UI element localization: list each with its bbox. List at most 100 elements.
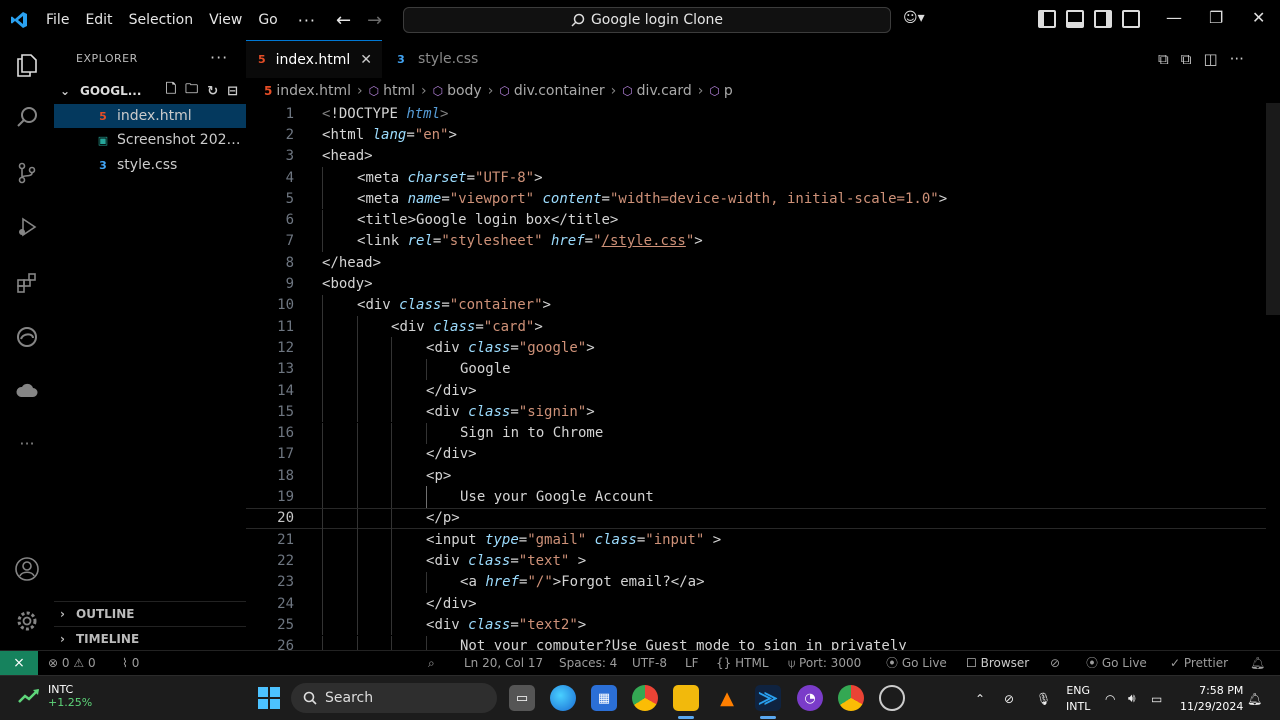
code-line[interactable]: 21 <input type="gmail" class="input" > <box>246 529 1266 551</box>
minimize-icon[interactable]: — <box>1166 8 1182 27</box>
browser-button[interactable]: ☐ Browser <box>966 651 1029 676</box>
problems-indicator[interactable]: ⊗ 0 ⚠ 0 <box>48 651 96 676</box>
code-line[interactable]: 4 <meta charset="UTF-8"> <box>246 166 1266 189</box>
code-line[interactable]: 26 Not your computer?Use Guest mode to si… <box>246 635 1266 650</box>
code-line[interactable]: 5 <meta name="viewport" content="width=de… <box>246 188 1266 210</box>
outline-section[interactable]: › OUTLINE <box>54 601 246 625</box>
code-line[interactable]: 7 <link rel="stylesheet" href="/style.css… <box>246 230 1266 253</box>
chrome-icon[interactable] <box>632 685 658 711</box>
github-desktop-icon[interactable]: ◔ <box>797 685 823 711</box>
cursor-position[interactable]: Ln 20, Col 17 <box>464 651 543 676</box>
new-file-icon[interactable]: 🗋 <box>166 80 176 102</box>
vscode-taskbar-icon[interactable]: ⨠ <box>755 685 781 711</box>
edge-browser-icon[interactable] <box>550 685 576 711</box>
toggle-panel-icon[interactable] <box>1066 10 1084 28</box>
breadcrumb-item[interactable]: html <box>383 83 415 99</box>
menu-edit[interactable]: Edit <box>77 0 120 40</box>
new-folder-icon[interactable]: 🗀 <box>185 80 198 102</box>
code-line[interactable]: 17 </div> <box>246 443 1266 466</box>
windows-start-icon[interactable] <box>258 687 280 709</box>
back-arrow-icon[interactable]: ← <box>328 10 359 31</box>
menu-go[interactable]: Go <box>250 0 285 40</box>
task-view-icon[interactable]: ▭ <box>509 685 535 711</box>
edge-devtools-icon[interactable] <box>12 322 42 352</box>
tab-style-css[interactable]: 3 style.css <box>382 40 504 78</box>
encoding[interactable]: UTF-8 <box>632 651 667 676</box>
code-line[interactable]: 25 <div class="text2"> <box>246 614 1266 636</box>
editor-scrollbar[interactable] <box>1266 103 1280 315</box>
end-of-line[interactable]: LF <box>685 651 699 676</box>
wifi-icon[interactable]: ◠ <box>1105 676 1115 720</box>
file-item-index-html[interactable]: 5 index.html <box>54 104 246 128</box>
command-center[interactable]: Google login Clone <box>403 7 891 33</box>
extensions-icon[interactable] <box>12 268 42 298</box>
code-line[interactable]: 2 <html lang="en"> <box>246 124 1266 145</box>
network-off-icon[interactable]: ⊘ <box>1004 676 1014 720</box>
chrome-profile-icon[interactable] <box>838 685 864 711</box>
zoom-icon[interactable]: ⌕ <box>428 651 435 676</box>
code-line[interactable]: 19 Use your Google Account <box>246 486 1266 508</box>
language-indicator[interactable]: ENG INTL <box>1066 683 1090 715</box>
workspace-folder[interactable]: ⌄ GOOGL... 🗋 🗀 ↻ ⊟ <box>54 80 246 102</box>
prettier-button[interactable]: ✓ Prettier <box>1170 651 1228 676</box>
more-views-icon[interactable]: ··· <box>12 428 42 458</box>
toggle-sidebar-icon[interactable] <box>1038 10 1056 28</box>
maximize-icon[interactable]: ❐ <box>1209 8 1223 27</box>
collapse-all-icon[interactable]: ⊟ <box>227 84 238 99</box>
notifications-icon[interactable]: 🔔︎ <box>1247 676 1262 720</box>
code-line[interactable]: 23 <a href="/">Forgot email?</a> <box>246 571 1266 593</box>
notifications-bell-icon[interactable]: 🔔︎ <box>1250 651 1265 676</box>
open-changes-icon[interactable]: ⧉ <box>1158 50 1169 68</box>
microsoft-store-icon[interactable]: ▦ <box>591 685 617 711</box>
go-live-button[interactable]: ⦿ Go Live <box>886 651 947 676</box>
source-control-icon[interactable] <box>12 158 42 188</box>
run-debug-icon[interactable] <box>12 212 42 242</box>
language-mode[interactable]: {} HTML <box>716 651 769 676</box>
code-line[interactable]: 3 <head> <box>246 146 1266 167</box>
code-line[interactable]: 11 <div class="card"> <box>246 316 1266 338</box>
menu-file[interactable]: File <box>38 0 77 40</box>
broadcast-off-icon[interactable]: ⊘ <box>1050 651 1060 676</box>
breadcrumb-item[interactable]: div.container <box>514 83 605 99</box>
code-line[interactable]: 9 <body> <box>246 273 1266 294</box>
clock[interactable]: 7:58 PM 11/29/2024 <box>1180 683 1243 715</box>
tab-index-html[interactable]: 5 index.html ✕ <box>246 40 382 78</box>
forward-arrow-icon[interactable]: → <box>359 10 390 31</box>
menu-selection[interactable]: Selection <box>121 0 202 40</box>
code-line[interactable]: 10 <div class="container"> <box>246 294 1266 316</box>
code-line[interactable]: 1 <!DOCTYPE html> <box>246 103 1266 124</box>
code-line[interactable]: 14 </div> <box>246 379 1266 402</box>
breadcrumb-item[interactable]: p <box>724 83 733 99</box>
code-line[interactable]: 6 <title>Google login box</title> <box>246 209 1266 231</box>
code-line[interactable]: 15 <div class="signin"> <box>246 401 1266 423</box>
stock-widget[interactable]: INTC +1.25% <box>18 683 92 709</box>
preview-icon[interactable]: ⧉ <box>1181 50 1192 68</box>
remote-icon[interactable]: ⨯ <box>0 650 38 676</box>
menu-view[interactable]: View <box>201 0 250 40</box>
taskbar-search[interactable]: Search <box>291 683 497 713</box>
split-editor-icon[interactable]: ◫ <box>1203 50 1217 68</box>
go-live-button-2[interactable]: ⦿ Go Live <box>1086 651 1147 676</box>
code-line[interactable]: 8 </head> <box>246 252 1266 273</box>
code-line[interactable]: 13 Google <box>246 358 1266 380</box>
volume-icon[interactable]: 🔊︎ <box>1128 676 1136 720</box>
code-line[interactable]: 18 <p> <box>246 465 1266 487</box>
indentation[interactable]: Spaces: 4 <box>559 651 617 676</box>
code-line[interactable]: 20 </p> <box>246 507 1266 530</box>
code-line[interactable]: 12 <div class="google"> <box>246 337 1266 359</box>
customize-layout-icon[interactable] <box>1122 10 1140 28</box>
explorer-more-icon[interactable]: ··· <box>210 48 228 67</box>
copilot-icon[interactable]: ☺▾ <box>903 10 925 26</box>
battery-icon[interactable]: ▭ <box>1151 676 1162 720</box>
timeline-section[interactable]: › TIMELINE <box>54 626 246 650</box>
explorer-icon[interactable] <box>12 50 42 80</box>
file-item-style-css[interactable]: 3 style.css <box>54 153 246 177</box>
close-window-icon[interactable]: ✕ <box>1252 8 1265 27</box>
port-indicator[interactable]: ⍦ Port: 3000 <box>788 651 861 676</box>
editor-more-icon[interactable]: ··· <box>1230 50 1244 68</box>
breadcrumb-item[interactable]: div.card <box>637 83 692 99</box>
breadcrumb-item[interactable]: index.html <box>276 83 351 99</box>
search-sidebar-icon[interactable] <box>12 102 42 132</box>
file-explorer-icon[interactable] <box>673 685 699 711</box>
breadcrumb-item[interactable]: body <box>447 83 482 99</box>
